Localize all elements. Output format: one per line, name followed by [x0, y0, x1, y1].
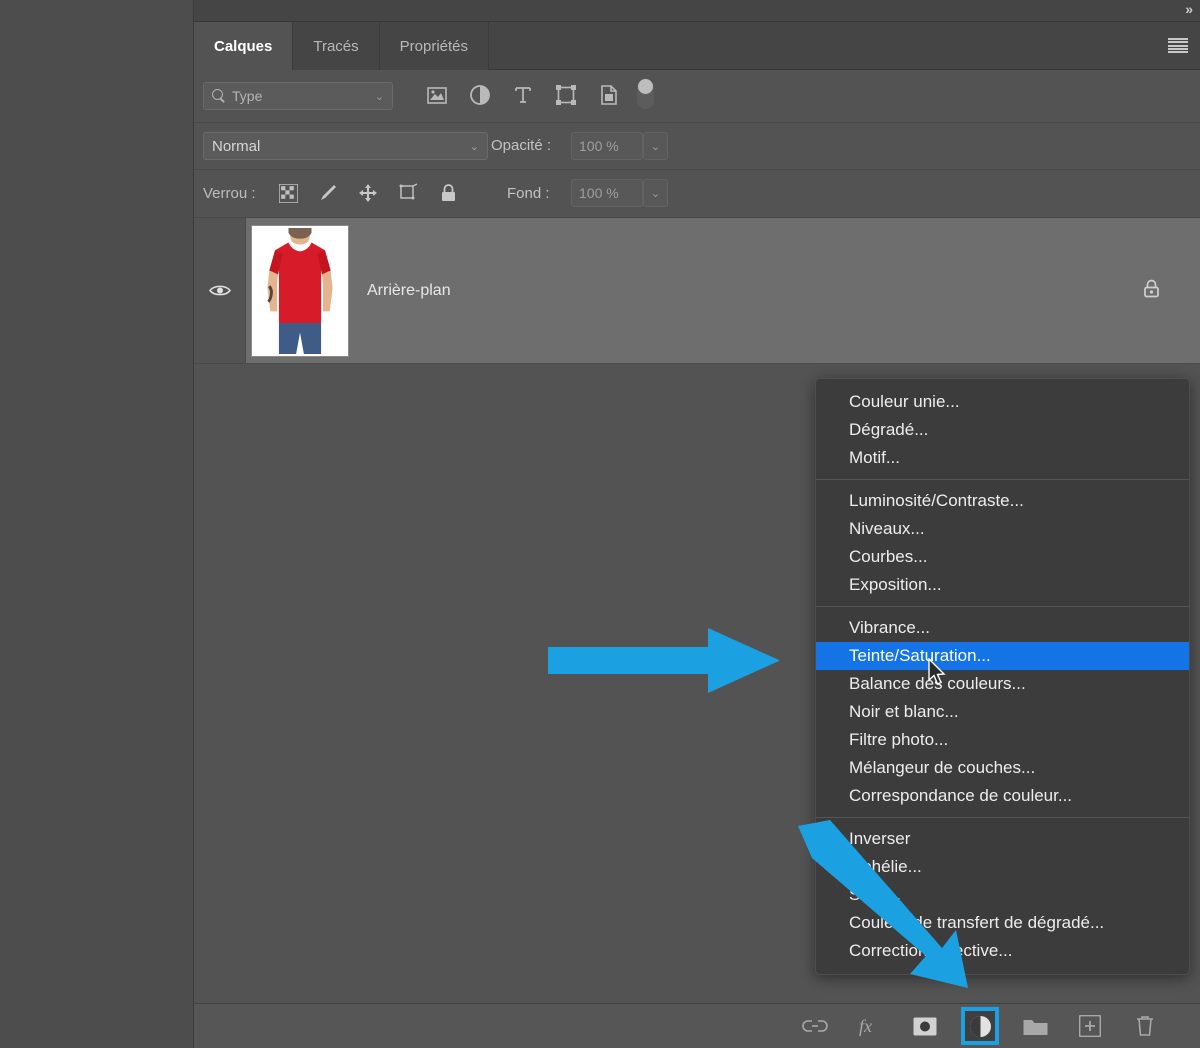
chevron-down-icon: ⌄	[650, 187, 661, 200]
fill-value: 100 %	[579, 185, 619, 201]
menu-separator	[816, 817, 1189, 818]
menu-separator	[816, 479, 1189, 480]
opacity-label: Opacité :	[491, 137, 552, 154]
lock-position-icon[interactable]	[356, 181, 380, 205]
panel-tab-bar: Calques Tracés Propriétés	[194, 22, 1200, 70]
lock-image-pixels-icon[interactable]	[316, 181, 340, 205]
panel-menu-icon[interactable]	[1168, 38, 1188, 53]
menu-item-couleur-unie[interactable]: Couleur unie...	[816, 388, 1189, 416]
fill-input[interactable]: 100 %	[571, 179, 643, 207]
layer-thumbnail	[251, 224, 349, 357]
smart-object-filter-icon[interactable]	[596, 82, 622, 108]
svg-text:fx: fx	[859, 1016, 872, 1036]
pixel-layer-filter-icon[interactable]	[424, 82, 450, 108]
menu-item-noir-et-blanc[interactable]: Noir et blanc...	[816, 698, 1189, 726]
type-layer-filter-icon[interactable]	[510, 82, 536, 108]
tab-traces-label: Tracés	[313, 37, 359, 55]
horizontal-pointer-arrow	[548, 628, 780, 698]
layer-name-label: Arrière-plan	[367, 281, 451, 299]
menu-separator	[816, 606, 1189, 607]
toggle-knob	[638, 79, 653, 94]
menu-item-correspondance-de-couleur[interactable]: Correspondance de couleur...	[816, 782, 1189, 810]
tab-traces[interactable]: Tracés	[293, 22, 380, 70]
mouse-cursor-icon	[928, 657, 948, 693]
opacity-stepper[interactable]: ⌄	[643, 132, 668, 160]
lock-row: Verrou : Fond : 100 % ⌄	[194, 170, 1200, 218]
link-layers-icon[interactable]	[800, 1011, 830, 1041]
blend-mode-value: Normal	[212, 137, 261, 155]
table-row[interactable]: Arrière-plan	[194, 218, 1200, 364]
menu-item-vibrance[interactable]: Vibrance...	[816, 614, 1189, 642]
tab-calques[interactable]: Calques	[194, 22, 294, 70]
blend-mode-select[interactable]: Normal ⌄	[203, 132, 488, 160]
eye-icon	[208, 284, 231, 297]
delete-layer-icon[interactable]	[1130, 1011, 1160, 1041]
menu-group-fill: Couleur unie... Dégradé... Motif...	[816, 385, 1189, 475]
chevron-down-icon: ⌄	[650, 140, 661, 153]
lock-artboard-nesting-icon[interactable]	[396, 181, 420, 205]
layer-thumbnail-cell[interactable]	[251, 224, 349, 357]
red-tshirt-model-thumbnail	[254, 227, 346, 354]
tab-proprietes[interactable]: Propriétés	[379, 22, 490, 70]
chevron-down-icon: ⌄	[374, 90, 384, 103]
opacity-value: 100 %	[579, 138, 619, 154]
menu-group-color: Vibrance... Teinte/Saturation... Balance…	[816, 611, 1189, 813]
search-icon	[212, 89, 226, 103]
fill-stepper[interactable]: ⌄	[643, 179, 668, 207]
lock-all-icon[interactable]	[436, 181, 460, 205]
blend-mode-row: Normal ⌄ Opacité : 100 % ⌄	[194, 123, 1200, 170]
tab-calques-label: Calques	[214, 37, 273, 55]
expand-panels-chevron-icon[interactable]: »	[1185, 2, 1193, 16]
opacity-input[interactable]: 100 %	[571, 132, 643, 160]
fill-label: Fond :	[507, 185, 550, 202]
tab-proprietes-label: Propriétés	[399, 37, 469, 55]
lock-icon-group	[276, 181, 460, 205]
menu-item-teinte-saturation[interactable]: Teinte/Saturation...	[816, 642, 1189, 670]
filter-type-label: Type	[232, 88, 263, 104]
menu-item-melangeur-de-couches[interactable]: Mélangeur de couches...	[816, 754, 1189, 782]
lock-transparent-pixels-icon[interactable]	[276, 181, 300, 205]
menu-item-exposition[interactable]: Exposition...	[816, 571, 1189, 599]
menu-group-tonal: Luminosité/Contraste... Niveaux... Courb…	[816, 484, 1189, 602]
layer-filter-row: Type ⌄	[194, 70, 1200, 123]
lock-label: Verrou :	[203, 185, 256, 202]
panel-top-strip: »	[194, 0, 1200, 22]
new-adjustment-layer-icon[interactable]	[961, 1007, 999, 1045]
layer-locked-icon	[1143, 278, 1160, 303]
chevron-down-icon: ⌄	[469, 140, 479, 153]
adjustment-layer-filter-icon[interactable]	[467, 82, 493, 108]
menu-item-degrade[interactable]: Dégradé...	[816, 416, 1189, 444]
menu-item-niveaux[interactable]: Niveaux...	[816, 515, 1189, 543]
menu-item-filtre-photo[interactable]: Filtre photo...	[816, 726, 1189, 754]
filter-type-select[interactable]: Type ⌄	[203, 82, 393, 110]
menu-item-courbes[interactable]: Courbes...	[816, 543, 1189, 571]
add-layer-mask-icon[interactable]	[910, 1011, 940, 1041]
layer-style-fx-icon[interactable]: fx	[855, 1011, 885, 1041]
diagonal-pointer-arrow	[790, 820, 990, 1000]
layer-visibility-toggle[interactable]	[194, 218, 246, 363]
filter-icon-group	[424, 82, 622, 108]
menu-item-motif[interactable]: Motif...	[816, 444, 1189, 472]
menu-item-balance-des-couleurs[interactable]: Balance des couleurs...	[816, 670, 1189, 698]
shape-layer-filter-icon[interactable]	[553, 82, 579, 108]
menu-item-luminosite-contraste[interactable]: Luminosité/Contraste...	[816, 487, 1189, 515]
layers-bottom-toolbar: fx	[194, 1003, 1200, 1048]
new-group-icon[interactable]	[1020, 1011, 1050, 1041]
photoshop-layers-panel-screenshot: » Calques Tracés Propriétés Type ⌄ Norma…	[0, 0, 1200, 1048]
new-layer-icon[interactable]	[1075, 1011, 1105, 1041]
filter-enable-toggle[interactable]	[637, 79, 654, 109]
